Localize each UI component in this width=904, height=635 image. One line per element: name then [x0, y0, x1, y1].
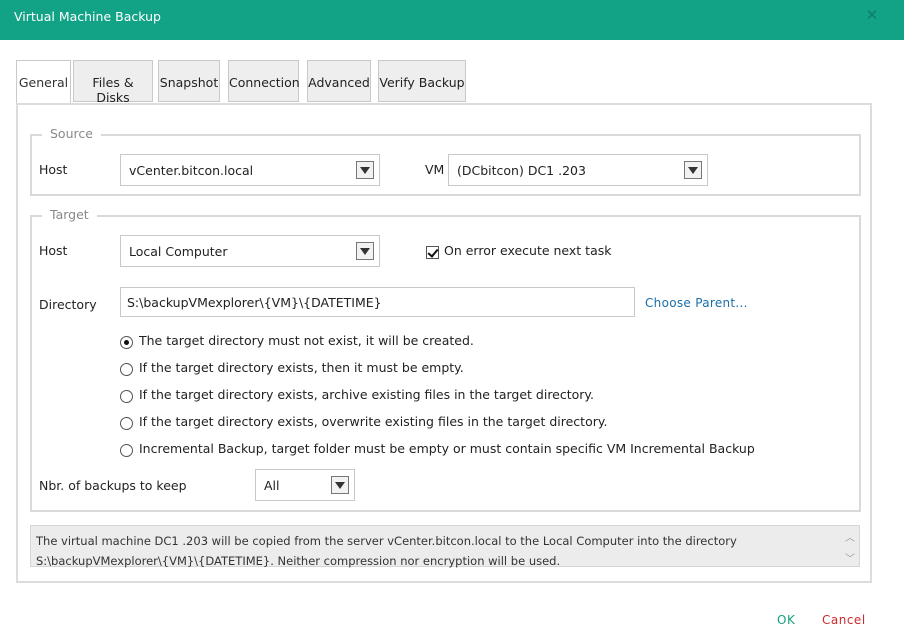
source-legend: Source: [42, 126, 101, 141]
on-error-checkbox[interactable]: [426, 246, 439, 259]
directory-input[interactable]: S:\backupVMexplorer\{VM}\{DATETIME}: [120, 287, 635, 317]
option-overwrite-radio[interactable]: [120, 417, 133, 430]
window-title: Virtual Machine Backup: [14, 9, 161, 24]
option-incremental-radio[interactable]: [120, 444, 133, 457]
option-archive-radio[interactable]: [120, 390, 133, 403]
summary-text: The virtual machine DC1 .203 will be cop…: [36, 534, 737, 568]
source-group: Source Host vCenter.bitcon.local VM (DCb…: [30, 126, 861, 196]
tab-connection[interactable]: Connection: [228, 60, 300, 102]
tab-snapshot[interactable]: Snapshot: [158, 60, 220, 102]
target-legend: Target: [42, 207, 97, 222]
close-icon[interactable]: ✕: [865, 8, 879, 23]
choose-parent-link[interactable]: Choose Parent...: [645, 296, 748, 310]
source-vm-value: (DCbitcon) DC1 .203: [457, 163, 586, 178]
tab-files-disks[interactable]: Files & Disks: [73, 60, 153, 105]
directory-label: Directory: [39, 297, 97, 312]
chevron-up-icon[interactable]: ︿: [844, 529, 856, 544]
backups-to-keep-value: All: [264, 478, 280, 493]
option-create-radio[interactable]: [120, 336, 133, 349]
target-group: Target Host Local Computer On error exec…: [30, 207, 861, 512]
tab-advanced[interactable]: Advanced: [307, 60, 371, 102]
source-vm-label: VM: [425, 162, 445, 177]
option-empty-label: If the target directory exists, then it …: [139, 360, 464, 375]
option-archive-label: If the target directory exists, archive …: [139, 387, 595, 402]
source-vm-select[interactable]: (DCbitcon) DC1 .203: [448, 154, 708, 186]
target-host-select[interactable]: Local Computer: [120, 235, 380, 267]
tab-general[interactable]: General: [16, 60, 71, 104]
chevron-down-icon[interactable]: [331, 476, 349, 494]
source-host-label: Host: [39, 162, 68, 177]
chevron-down-icon[interactable]: [356, 242, 374, 260]
tab-verify-backup[interactable]: Verify Backup: [378, 60, 466, 102]
chevron-down-icon[interactable]: [684, 161, 702, 179]
summary-box: The virtual machine DC1 .203 will be cop…: [30, 525, 860, 568]
backups-to-keep-select[interactable]: All: [255, 469, 355, 501]
chevron-down-icon[interactable]: [356, 161, 374, 179]
backups-to-keep-label: Nbr. of backups to keep: [39, 478, 187, 493]
title-bar: Virtual Machine Backup ✕: [0, 0, 904, 40]
option-empty-radio[interactable]: [120, 363, 133, 376]
general-panel: Source Host vCenter.bitcon.local VM (DCb…: [16, 103, 872, 583]
chevron-down-icon[interactable]: ﹀: [844, 550, 856, 565]
source-host-value: vCenter.bitcon.local: [129, 163, 254, 178]
source-host-select[interactable]: vCenter.bitcon.local: [120, 154, 380, 186]
ok-button[interactable]: OK: [777, 613, 795, 627]
option-incremental-label: Incremental Backup, target folder must b…: [139, 441, 755, 456]
on-error-label: On error execute next task: [444, 243, 612, 258]
target-host-label: Host: [39, 243, 68, 258]
option-overwrite-label: If the target directory exists, overwrit…: [139, 414, 608, 429]
option-create-label: The target directory must not exist, it …: [139, 333, 474, 348]
cancel-button[interactable]: Cancel: [822, 613, 866, 627]
target-host-value: Local Computer: [129, 244, 228, 259]
